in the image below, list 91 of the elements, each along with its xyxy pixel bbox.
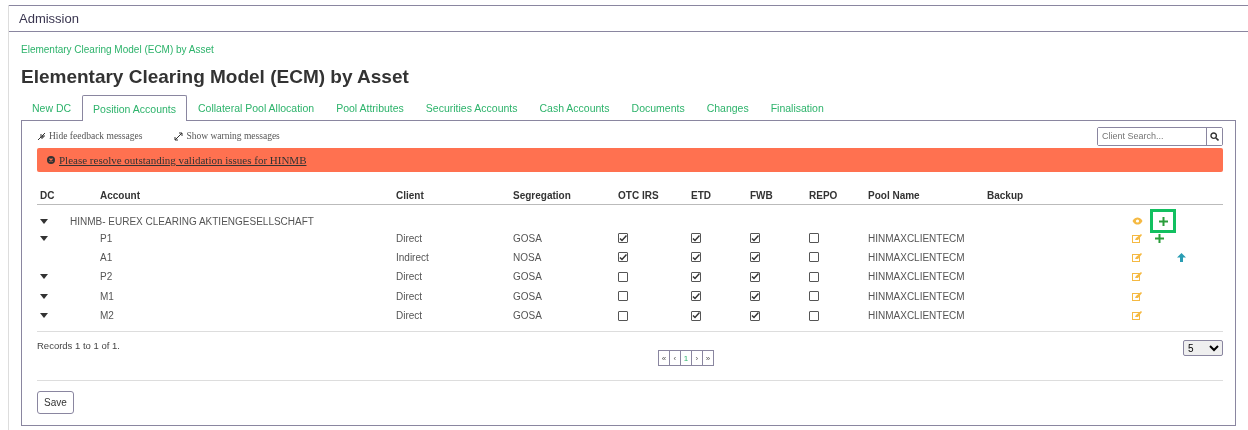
caret-icon[interactable] (40, 313, 48, 319)
validation-link[interactable]: Please resolve outstanding validation issues for HINMB (59, 154, 307, 166)
tab[interactable]: Position Accounts (82, 95, 187, 121)
save-button[interactable]: Save (37, 391, 74, 415)
segregation-cell-text: GOSA (512, 310, 543, 322)
up-arrow-icon (1176, 252, 1186, 262)
checkbox[interactable] (750, 310, 760, 321)
checkbox[interactable] (618, 271, 628, 282)
client-cell-text: Direct (395, 271, 424, 283)
toggle-link[interactable]: Show warning messages (174, 131, 280, 141)
checkbox[interactable] (750, 271, 760, 282)
checkbox[interactable] (809, 310, 819, 321)
segregation-cell-text: GOSA (512, 232, 543, 244)
collapse-icon (37, 131, 46, 141)
edit-icon (1132, 291, 1142, 301)
caret-icon[interactable] (40, 235, 48, 241)
segregation-cell-text: GOSA (512, 290, 543, 302)
error-icon (47, 156, 55, 164)
client-search-field[interactable]: Client Search... (1097, 126, 1223, 146)
page-title: Elementary Clearing Model (ECM) by Asset (21, 66, 410, 88)
client-cell-text: Direct (395, 232, 424, 244)
tab[interactable]: Pool Attributes (325, 94, 415, 120)
edit-icon (1132, 311, 1142, 321)
breadcrumb-link[interactable]: Elementary Clearing Model (ECM) by Asset (21, 44, 1248, 55)
account-cell-text: M2 (99, 310, 115, 322)
segregation-cell-text: GOSA (512, 271, 543, 283)
checkbox[interactable] (750, 233, 760, 244)
column-header: Account (99, 190, 141, 201)
checkbox[interactable] (618, 252, 628, 263)
client-cell-text: Direct (395, 310, 424, 322)
checkbox[interactable] (618, 233, 628, 244)
account-cell-text: P1 (99, 232, 114, 244)
checkbox[interactable] (691, 310, 701, 321)
column-header: Segregation (512, 190, 572, 201)
edit-icon (1132, 252, 1142, 262)
tab[interactable]: Cash Accounts (528, 94, 621, 120)
plus-icon (1158, 216, 1168, 226)
checkbox[interactable] (750, 291, 760, 302)
search-button[interactable] (1206, 127, 1222, 145)
tab[interactable]: Finalisation (759, 94, 835, 120)
header-title: Admission (9, 5, 1248, 32)
account-cell-text: A1 (99, 251, 114, 263)
tab[interactable]: Collateral Pool Allocation (187, 94, 326, 120)
records-count: Records 1 to 1 of 1. (37, 340, 120, 354)
client-cell-text: Indirect (395, 251, 430, 263)
checkbox[interactable] (691, 291, 701, 302)
tab[interactable]: Documents (620, 94, 696, 120)
column-header: OTC IRS (617, 190, 660, 201)
pool-name-cell-text: HINMAXCLIENTECM (867, 232, 966, 244)
account-cell-text: M1 (99, 290, 115, 302)
segregation-cell-text: NOSA (512, 251, 543, 263)
caret-icon[interactable] (40, 293, 48, 299)
checkbox[interactable] (691, 271, 701, 282)
column-header: FWB (749, 190, 774, 201)
pool-name-cell-text: HINMAXCLIENTECM (867, 271, 966, 283)
account-cell-text: P2 (99, 271, 114, 283)
column-header: Backup (986, 190, 1025, 201)
checkbox[interactable] (618, 291, 628, 302)
column-header: DC (39, 190, 56, 201)
edit-icon (1132, 233, 1142, 243)
group-name: HINMB- EUREX CLEARING AKTIENGESELLSCHAFT (69, 215, 315, 227)
page-button[interactable]: « (657, 350, 670, 367)
pool-name-cell-text: HINMAXCLIENTECM (867, 310, 966, 322)
column-header: ETD (690, 190, 712, 201)
eye-icon (1131, 217, 1143, 225)
tab[interactable]: New DC (21, 94, 83, 120)
pool-name-cell-text: HINMAXCLIENTECM (867, 251, 966, 263)
plus-icon (1154, 233, 1164, 243)
checkbox[interactable] (809, 271, 819, 282)
tab[interactable]: Securities Accounts (414, 94, 529, 120)
checkbox[interactable] (809, 291, 819, 302)
page-size-select[interactable]: 5 (1183, 340, 1223, 357)
search-icon (1210, 131, 1219, 141)
tab[interactable]: Changes (695, 94, 760, 120)
checkbox[interactable] (691, 252, 701, 263)
edit-icon (1132, 272, 1142, 282)
column-header: Pool Name (867, 190, 921, 201)
pool-name-cell-text: HINMAXCLIENTECM (867, 290, 966, 302)
expand-icon (174, 131, 184, 141)
checkbox[interactable] (618, 310, 628, 321)
toggle-link[interactable]: Hide feedback messages (37, 131, 143, 141)
checkbox[interactable] (691, 233, 701, 244)
column-header: REPO (808, 190, 839, 201)
caret-icon[interactable] (40, 274, 48, 280)
client-cell-text: Direct (395, 290, 424, 302)
add-button[interactable] (1150, 209, 1176, 233)
caret-icon[interactable] (40, 218, 48, 224)
checkbox[interactable] (809, 233, 819, 244)
column-header: Client (395, 190, 425, 201)
checkbox[interactable] (809, 252, 819, 263)
checkbox[interactable] (750, 252, 760, 263)
